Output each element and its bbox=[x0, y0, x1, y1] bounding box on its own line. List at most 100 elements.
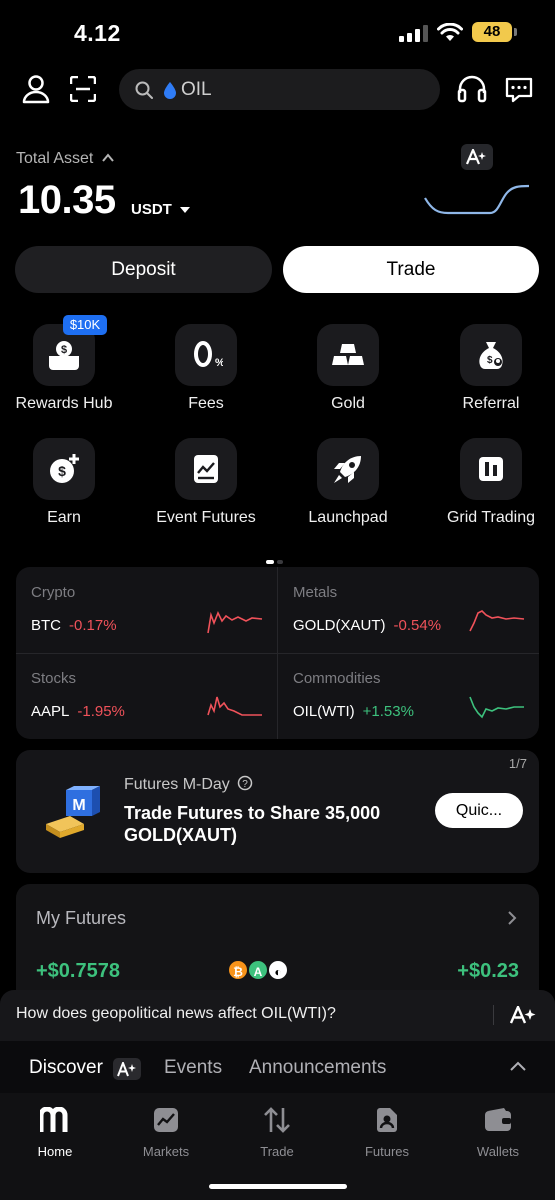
scan-icon[interactable] bbox=[70, 76, 96, 102]
asset-coin-icon: A bbox=[247, 959, 269, 981]
btc-coin-icon: ₿ bbox=[227, 959, 249, 981]
profile-icon[interactable] bbox=[22, 74, 50, 104]
tab-announcements[interactable]: Announcements bbox=[249, 1057, 386, 1079]
market-change: -0.54% bbox=[393, 617, 442, 634]
messages-icon[interactable] bbox=[505, 76, 533, 104]
shortcut-rewards-hub[interactable]: $ Rewards Hub bbox=[0, 324, 129, 413]
futures-pnl-right: +$0.23 bbox=[457, 960, 519, 982]
cellular-signal-icon bbox=[399, 25, 428, 42]
moon-coin-icon: ◐ bbox=[267, 959, 289, 981]
futures-icon bbox=[377, 1108, 397, 1132]
tab-events[interactable]: Events bbox=[164, 1057, 222, 1079]
futures-pnl-left: +$0.7578 bbox=[36, 960, 120, 982]
ai-icon[interactable] bbox=[510, 1006, 538, 1024]
futures-cube-icon: M bbox=[46, 786, 100, 838]
trade-arrows-icon bbox=[264, 1107, 290, 1133]
market-cell-metals[interactable]: Metals GOLD(XAUT) -0.54% bbox=[278, 567, 539, 653]
search-placeholder: OIL bbox=[181, 78, 212, 100]
home-indicator bbox=[209, 1184, 347, 1189]
banner-subtitle: Futures M-Day ? bbox=[124, 775, 253, 794]
deposit-button[interactable]: Deposit bbox=[15, 246, 272, 293]
grid-trading-icon bbox=[460, 438, 522, 500]
nav-markets[interactable]: Markets bbox=[121, 1107, 211, 1159]
shortcut-event-futures[interactable]: Event Futures bbox=[141, 438, 271, 527]
search-bar[interactable]: OIL bbox=[119, 69, 440, 110]
market-sparkline bbox=[469, 696, 524, 719]
markets-overview-card: Crypto BTC -0.17% Metals GOLD(XAUT) -0.54%… bbox=[16, 567, 539, 739]
wallet-icon bbox=[485, 1108, 511, 1131]
battery-indicator: 48 bbox=[472, 22, 517, 42]
shortcut-grid-trading[interactable]: Grid Trading bbox=[426, 438, 555, 527]
ai-question-bar[interactable]: How does geopolitical news affect OIL(WT… bbox=[0, 990, 555, 1041]
discover-tabs: Discover Events Announcements bbox=[0, 1041, 555, 1093]
tab-discover[interactable]: Discover bbox=[29, 1057, 142, 1080]
help-icon[interactable]: ? bbox=[237, 775, 253, 791]
shortcut-gold[interactable]: Gold bbox=[283, 324, 413, 413]
banner-page-counter: 1/7 bbox=[508, 756, 527, 771]
market-change: -0.17% bbox=[69, 617, 117, 634]
svg-text:%: % bbox=[215, 357, 223, 369]
my-futures-title: My Futures bbox=[36, 908, 127, 928]
caret-down-icon bbox=[180, 207, 191, 213]
shortcut-referral[interactable]: $ Referral bbox=[426, 324, 555, 413]
nav-wallets[interactable]: Wallets bbox=[453, 1107, 543, 1159]
chevron-right-icon bbox=[508, 911, 517, 925]
shortcut-label: Rewards Hub bbox=[15, 395, 113, 412]
market-cell-crypto[interactable]: Crypto BTC -0.17% bbox=[16, 567, 277, 653]
svg-text:$: $ bbox=[61, 344, 67, 356]
market-change: +1.53% bbox=[362, 703, 414, 720]
markets-icon bbox=[154, 1108, 178, 1132]
support-headset-icon[interactable] bbox=[457, 75, 487, 103]
svg-text:$: $ bbox=[58, 463, 66, 479]
promo-badge: $10K bbox=[63, 315, 107, 335]
market-symbol: AAPL bbox=[31, 703, 70, 720]
event-futures-icon bbox=[175, 438, 237, 500]
shortcut-label: Launchpad bbox=[308, 509, 388, 526]
shortcut-label: Gold bbox=[331, 395, 365, 412]
market-symbol: OIL(WTI) bbox=[293, 703, 355, 720]
market-change: -1.95% bbox=[77, 703, 125, 720]
market-symbol: BTC bbox=[31, 617, 61, 634]
fees-icon: % bbox=[175, 324, 237, 386]
chevron-up-icon bbox=[102, 153, 114, 162]
asset-sparkline bbox=[424, 184, 530, 215]
gold-bars-icon bbox=[317, 324, 379, 386]
shortcut-launchpad[interactable]: Launchpad bbox=[283, 438, 413, 527]
market-cell-stocks[interactable]: Stocks AAPL -1.95% bbox=[16, 653, 277, 739]
oil-drop-icon bbox=[164, 81, 176, 99]
market-symbol: GOLD(XAUT) bbox=[293, 617, 386, 634]
futures-promo-banner[interactable]: 1/7 M Futures M-Day ? Trade Futures to S… bbox=[16, 750, 539, 873]
market-sparkline bbox=[469, 610, 525, 632]
ai-assistant-button[interactable] bbox=[461, 144, 493, 170]
nav-trade[interactable]: Trade bbox=[232, 1107, 322, 1159]
shortcut-label: Referral bbox=[462, 395, 520, 412]
market-cell-commodities[interactable]: Commodities OIL(WTI) +1.53% bbox=[278, 653, 539, 739]
earn-icon: $ bbox=[33, 438, 95, 500]
chevron-up-icon[interactable] bbox=[510, 1061, 526, 1071]
total-asset-label[interactable]: Total Asset bbox=[16, 150, 114, 168]
shortcut-label: Event Futures bbox=[156, 509, 256, 526]
wifi-icon bbox=[437, 23, 463, 41]
rocket-icon bbox=[317, 438, 379, 500]
shortcut-earn[interactable]: $ Earn bbox=[0, 438, 129, 527]
banner-action-button[interactable]: Quic... bbox=[435, 793, 523, 828]
shortcut-fees[interactable]: % Fees bbox=[141, 324, 271, 413]
svg-text:?: ? bbox=[242, 779, 248, 790]
nav-home[interactable]: Home bbox=[10, 1106, 100, 1159]
shortcut-label: Grid Trading bbox=[446, 509, 536, 526]
referral-icon: $ bbox=[460, 324, 522, 386]
total-asset-value: 10.35 bbox=[18, 178, 116, 222]
market-sparkline bbox=[207, 611, 263, 634]
shortcut-label: Fees bbox=[188, 395, 224, 412]
banner-title: Trade Futures to Share 35,000 GOLD(XAUT) bbox=[124, 803, 381, 845]
shortcut-label: Earn bbox=[47, 509, 81, 526]
trade-button[interactable]: Trade bbox=[283, 246, 539, 293]
asset-currency-select[interactable]: USDT bbox=[131, 201, 191, 218]
home-icon bbox=[38, 1106, 68, 1132]
svg-text:$: $ bbox=[487, 355, 493, 366]
status-time: 4.12 bbox=[74, 20, 121, 46]
ai-icon bbox=[466, 149, 486, 165]
nav-futures[interactable]: Futures bbox=[342, 1107, 432, 1159]
ai-suggested-question: How does geopolitical news affect OIL(WT… bbox=[16, 1005, 336, 1022]
svg-text:M: M bbox=[72, 797, 85, 814]
